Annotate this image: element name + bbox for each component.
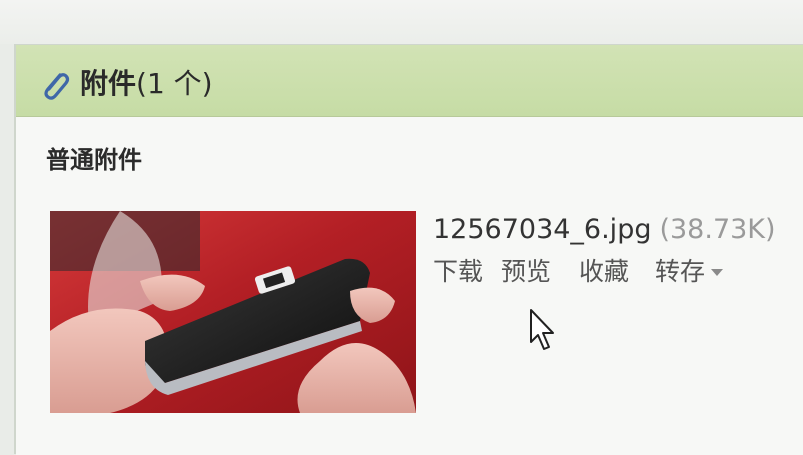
page-background-strip — [0, 0, 803, 44]
attachment-actions: 下载 预览 收藏 转存 — [433, 257, 724, 287]
attachments-panel: 附件(1 个) 普通附件 12567034_6.jpg (38.73K) 下载 … — [14, 44, 803, 455]
attachments-body: 普通附件 12567034_6.jpg (38.73K) 下载 预览 收藏 转存 — [16, 117, 803, 455]
paperclip-icon — [44, 73, 70, 100]
favorite-link[interactable]: 收藏 — [579, 257, 629, 287]
phone-photo-thumbnail — [50, 211, 416, 413]
attachments-title: 附件(1 个) — [80, 67, 213, 101]
file-name-text: 12567034_6.jpg — [433, 214, 652, 245]
file-size: (38.73K) — [659, 214, 776, 245]
section-label: 普通附件 — [46, 146, 142, 174]
preview-link[interactable]: 预览 — [501, 257, 551, 287]
attachments-title-text: 附件 — [80, 67, 137, 100]
mouse-pointer-icon — [530, 309, 554, 350]
attachment-file-name: 12567034_6.jpg (38.73K) — [433, 213, 776, 247]
save-to-menu[interactable]: 转存 — [655, 257, 724, 287]
attachments-header: 附件(1 个) — [16, 45, 803, 117]
chevron-down-icon — [711, 269, 724, 276]
download-link[interactable]: 下载 — [433, 257, 483, 287]
attachments-count: (1 个) — [136, 67, 213, 100]
save-to-label: 转存 — [655, 257, 706, 286]
attachment-thumbnail[interactable] — [50, 211, 416, 413]
